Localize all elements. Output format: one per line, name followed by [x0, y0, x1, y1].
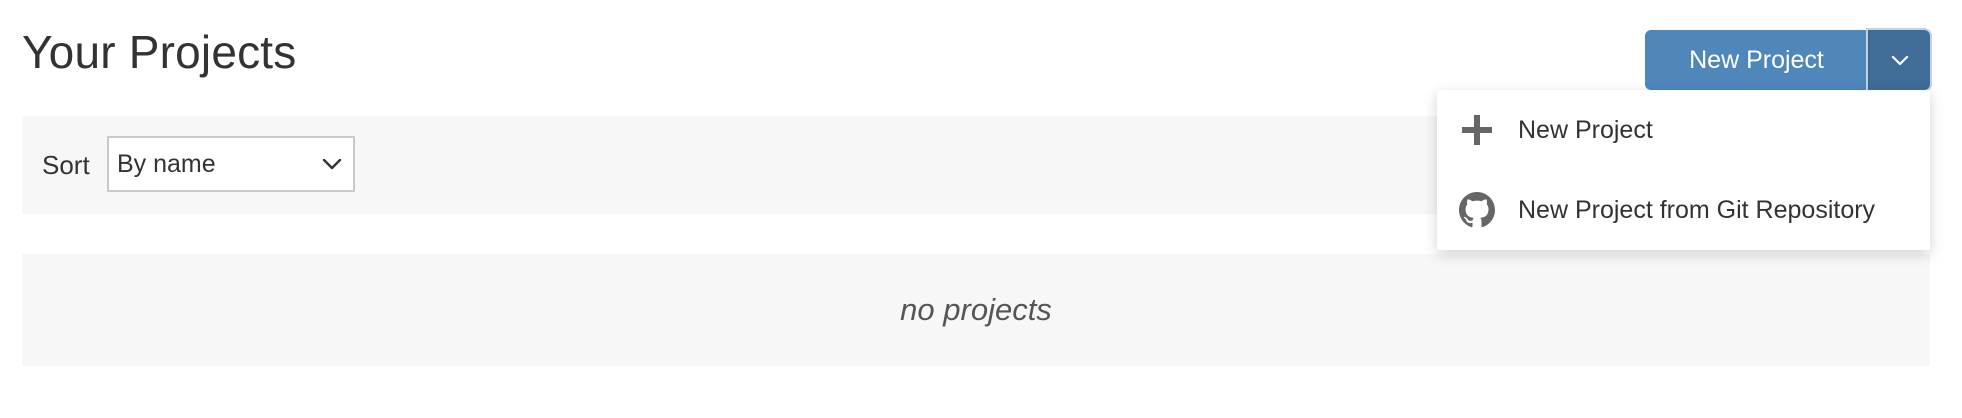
chevron-down-icon: [322, 158, 342, 170]
page-title: Your Projects: [22, 26, 297, 78]
projects-page: Your Projects Sort By name no projects N…: [0, 0, 1962, 418]
menu-item-label: New Project from Git Repository: [1518, 196, 1876, 224]
menu-item-new-project-from-git[interactable]: New Project from Git Repository: [1437, 171, 1930, 249]
menu-item-new-project[interactable]: New Project: [1437, 91, 1930, 169]
menu-item-label: New Project: [1518, 116, 1653, 144]
sort-select[interactable]: By name: [107, 136, 355, 192]
project-list: no projects: [22, 254, 1930, 366]
new-project-menu: New Project New Project from Git Reposit…: [1437, 90, 1930, 250]
new-project-button-group: New Project: [1645, 30, 1930, 90]
new-project-dropdown-toggle[interactable]: [1868, 30, 1930, 90]
plus-icon: [1462, 115, 1492, 145]
empty-message: no projects: [900, 292, 1052, 327]
sort-select-value: By name: [117, 150, 216, 178]
chevron-down-icon: [1891, 55, 1909, 66]
new-project-button[interactable]: New Project: [1645, 30, 1868, 90]
sort-label: Sort: [42, 150, 90, 180]
github-icon: [1459, 192, 1495, 228]
